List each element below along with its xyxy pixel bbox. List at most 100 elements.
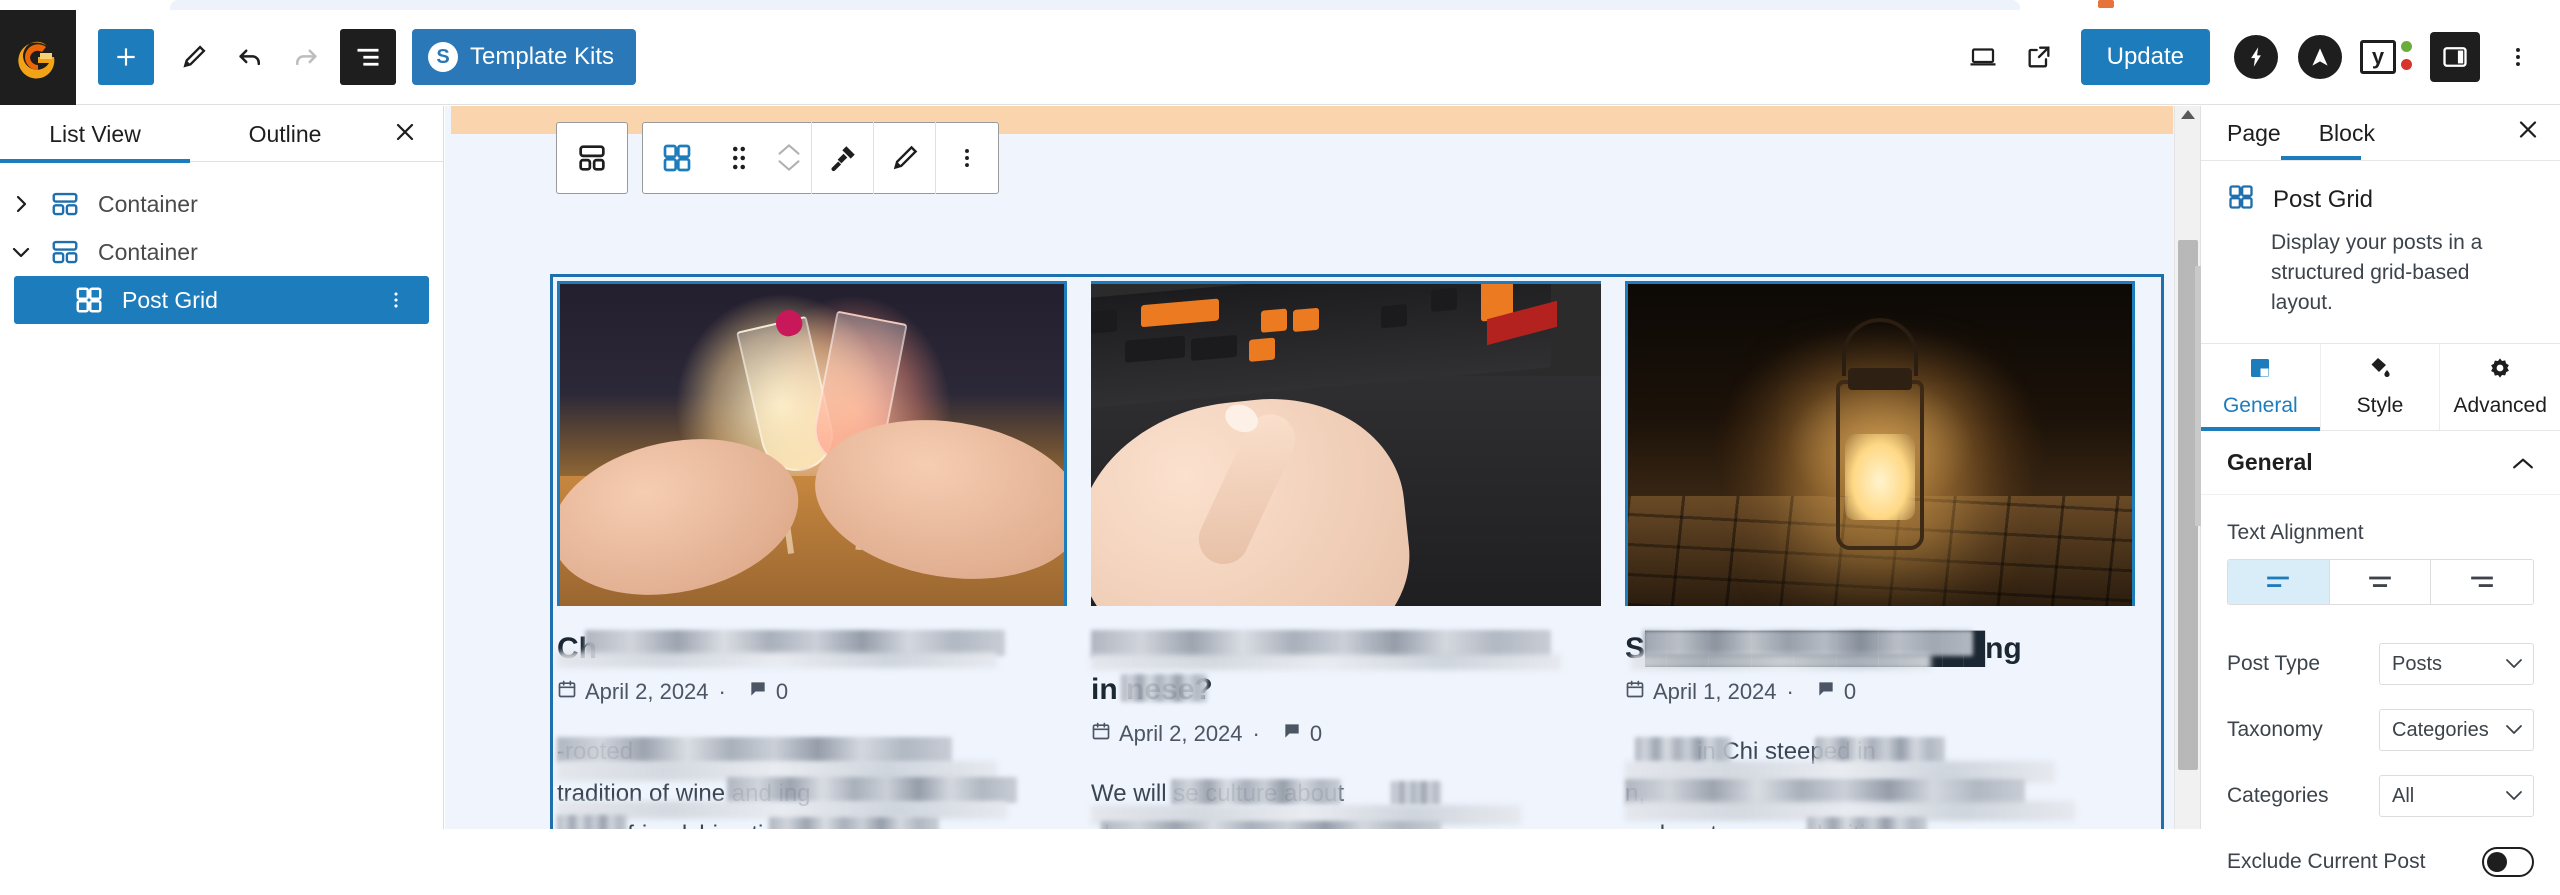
excerpt-text-3: and contempo: [1625, 821, 1777, 829]
redaction-overlay: [1101, 820, 1441, 829]
site-logo[interactable]: [0, 9, 76, 105]
redaction-overlay: [1091, 804, 1521, 825]
undo-button[interactable]: [222, 29, 278, 85]
template-kits-button[interactable]: S Template Kits: [412, 29, 637, 85]
scroll-up-arrow-icon[interactable]: [2180, 110, 2195, 119]
chevron-down-glyph: [2506, 791, 2522, 800]
bolt-circle-icon[interactable]: [2234, 35, 2278, 79]
general-accordion-header[interactable]: General: [2201, 431, 2560, 496]
close-list-view-button[interactable]: [393, 120, 417, 148]
block-description: Display your posts in a structured grid-…: [2271, 231, 2483, 314]
exclude-current-post-toggle[interactable]: [2482, 847, 2534, 878]
excerpt-text-1b: se culture about: [1173, 779, 1345, 807]
post-date: April 1, 2024: [1653, 679, 1777, 705]
tree-item-container-1[interactable]: Container: [0, 180, 443, 228]
yoast-status-good-dot: [2401, 41, 2412, 52]
chevron-down-glyph: [12, 247, 30, 258]
align-left-icon: [2267, 577, 2290, 588]
desktop-icon: [1970, 48, 1996, 66]
chevron-down-icon[interactable]: [0, 245, 42, 259]
select-parent-block-button[interactable]: [556, 122, 628, 194]
post-title-redacted: S████████████████ng: [1625, 632, 2022, 665]
comment-glyph: [751, 682, 765, 697]
tab-list-view[interactable]: List View: [0, 106, 190, 162]
post-thumbnail[interactable]: [1091, 281, 1601, 606]
calendar-icon: [557, 679, 577, 705]
post-type-value: Posts: [2392, 652, 2443, 675]
calendar-glyph: [1626, 681, 1644, 698]
chevron-down-glyph: [2506, 725, 2522, 734]
post-thumbnail[interactable]: [1625, 281, 2135, 606]
tab-style[interactable]: Style: [2321, 344, 2441, 431]
tab-page[interactable]: Page: [2227, 120, 2281, 147]
tree-item-container-2[interactable]: Container: [0, 228, 443, 276]
excerpt-text-1: in Chi: [1697, 738, 1759, 766]
chevron-down-icon[interactable]: [777, 159, 801, 173]
align-center-button[interactable]: [2329, 560, 2432, 605]
exclude-current-post-row: Exclude Current Post: [2201, 829, 2560, 895]
tree-item-post-grid[interactable]: Post Grid: [14, 276, 429, 324]
post-title[interactable]: Ch: [557, 628, 1067, 669]
astra-circle-icon[interactable]: [2298, 35, 2342, 79]
tab-general[interactable]: General: [2201, 344, 2321, 432]
block-movers[interactable]: [767, 122, 812, 194]
update-button[interactable]: Update: [2080, 29, 2210, 85]
block-more-options-button[interactable]: [936, 122, 998, 194]
text-alignment-label: Text Alignment: [2227, 521, 2364, 545]
redo-button[interactable]: [278, 29, 334, 85]
post-type-select[interactable]: Posts: [2379, 643, 2534, 686]
post-grid-glyph-icon: [2229, 185, 2253, 209]
redaction-overlay: [1625, 779, 2025, 806]
comment-icon: [748, 679, 768, 705]
template-kits-badge: S: [428, 42, 458, 72]
photo-key: [1381, 304, 1407, 329]
block-style-button[interactable]: [812, 122, 874, 194]
categories-select[interactable]: All: [2379, 775, 2534, 818]
settings-sidebar-toggle-button[interactable]: [2430, 32, 2480, 82]
align-right-button[interactable]: [2431, 560, 2533, 605]
taxonomy-select[interactable]: Categories: [2379, 709, 2534, 752]
gear-icon: [2488, 356, 2512, 386]
post-title[interactable]: X in nese?: [1091, 628, 1601, 711]
drag-handle-button[interactable]: [705, 122, 767, 194]
meta-separator: ·: [718, 679, 726, 705]
tab-outline[interactable]: Outline: [190, 106, 380, 162]
preview-button[interactable]: [2011, 29, 2067, 85]
chevron-right-icon[interactable]: [0, 195, 42, 213]
align-left-button[interactable]: [2228, 560, 2330, 605]
list-view-button[interactable]: [340, 29, 396, 85]
block-type-button[interactable]: [643, 122, 705, 194]
more-options-button[interactable]: [2490, 29, 2546, 85]
calendar-glyph: [558, 681, 576, 698]
photo-key: [1249, 337, 1275, 362]
excerpt-text-3b: mplexities: [1784, 821, 1891, 829]
block-edit-button[interactable]: [874, 122, 936, 194]
paintbrush-icon: [830, 146, 855, 172]
close-icon: [396, 123, 414, 141]
excerpt-text-1: -rooted: [557, 738, 634, 766]
undo-icon: [239, 49, 260, 66]
post-card[interactable]: S████████████████ng April 1, 2024 · 0 in…: [1625, 281, 2135, 829]
post-title[interactable]: S████████████████ng: [1625, 628, 2135, 670]
chevron-up-icon[interactable]: [2512, 449, 2534, 476]
post-thumbnail[interactable]: [557, 281, 1067, 606]
yoast-seo-button[interactable]: y: [2360, 35, 2412, 79]
post-card[interactable]: Ch April 2, 2024 · 0 -rooted tradition o…: [557, 281, 1067, 829]
post-meta: April 2, 2024 · 0: [557, 679, 1067, 705]
add-block-button[interactable]: [98, 29, 154, 85]
tab-advanced[interactable]: Advanced: [2440, 344, 2560, 430]
view-device-button[interactable]: [1955, 29, 2011, 85]
tree-item-options-button[interactable]: [385, 288, 407, 312]
photo-key: [1091, 309, 1117, 334]
tab-block[interactable]: Block: [2319, 120, 2375, 147]
calendar-icon: [1625, 679, 1645, 705]
tools-button[interactable]: [166, 29, 222, 85]
post-card[interactable]: X in nese? April 2, 2024 ·: [1091, 281, 1601, 829]
container-glyph-icon: [52, 240, 78, 264]
post-comment-count: 0: [1843, 679, 1857, 705]
chevron-up-glyph: [2513, 458, 2533, 469]
close-settings-button[interactable]: [2516, 118, 2540, 149]
list-view-tabs: List View Outline: [0, 106, 443, 162]
post-grid-block[interactable]: Ch April 2, 2024 · 0 -rooted tradition o…: [557, 281, 2157, 829]
chevron-up-icon[interactable]: [777, 143, 801, 157]
